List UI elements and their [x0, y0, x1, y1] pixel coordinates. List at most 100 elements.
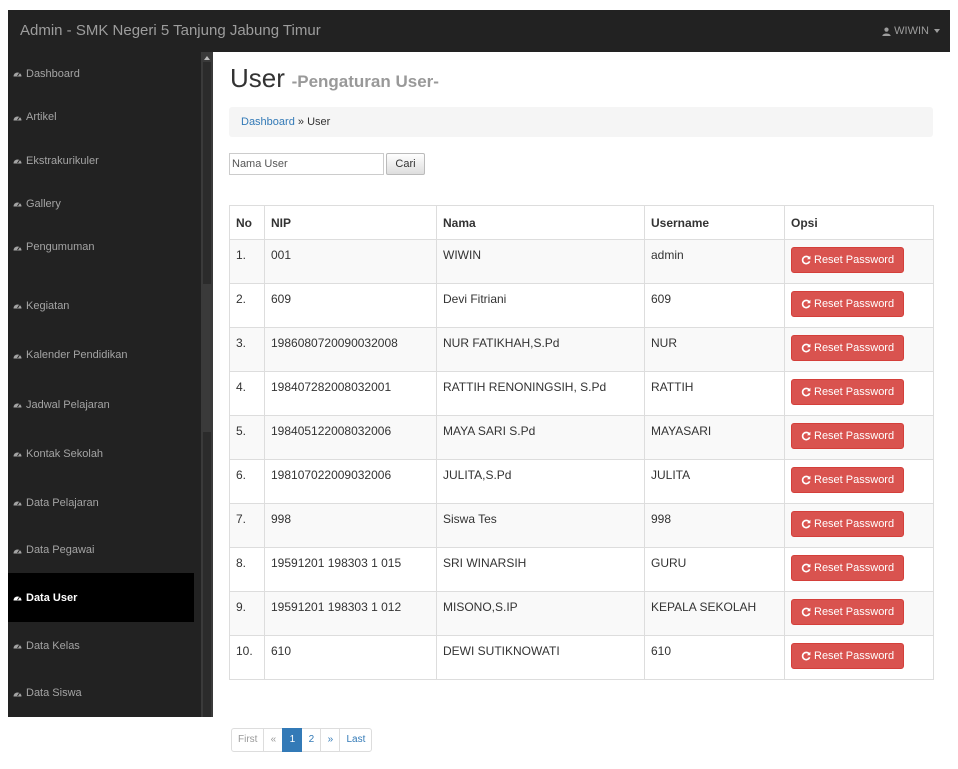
reset-password-button[interactable]: Reset Password: [791, 379, 905, 405]
sidebar-item-data-siswa[interactable]: Data Siswa: [8, 669, 194, 717]
sidebar-item-label: Gallery: [26, 197, 61, 210]
scroll-up-arrow-icon[interactable]: [204, 56, 210, 60]
pagination-page-1[interactable]: 1: [282, 728, 303, 752]
sidebar-item-data-pelajaran[interactable]: Data Pelajaran: [8, 478, 194, 527]
sidebar-item-label: Kontak Sekolah: [26, 447, 104, 460]
pagination-first[interactable]: First: [231, 728, 265, 752]
reset-password-label: Reset Password: [814, 342, 895, 354]
dashboard-icon: [13, 449, 22, 458]
reset-password-label: Reset Password: [814, 430, 895, 442]
table-row: 8. 19591201 198303 1 015 SRI WINARSIH GURU R…: [229, 547, 934, 592]
sidebar-item-kontak-sekolah[interactable]: Kontak Sekolah: [8, 429, 194, 478]
table-row: 7. 998 Siswa Tes 998 Reset Password: [229, 503, 934, 548]
dashboard-icon: [13, 546, 22, 555]
sidebar-item-data-kelas[interactable]: Data Kelas: [8, 622, 194, 669]
refresh-icon: [801, 255, 811, 265]
user-icon: [882, 27, 891, 36]
sidebar-item-jadwal-pelajaran[interactable]: Jadwal Pelajaran: [8, 380, 194, 429]
sidebar-item-label: Data Pegawai: [26, 544, 95, 556]
cell-nama: MAYA SARI S.Pd: [436, 415, 645, 460]
sidebar-item-label: Data Siswa: [26, 687, 82, 699]
cell-no: 10.: [229, 635, 265, 680]
cell-username: NUR: [644, 327, 785, 372]
sidebar-item-dashboard[interactable]: Dashboard: [8, 52, 194, 95]
sidebar-item-gallery[interactable]: Gallery: [8, 182, 194, 225]
pagination-prev[interactable]: «: [263, 728, 284, 752]
refresh-icon: [801, 387, 811, 397]
reset-password-button[interactable]: Reset Password: [791, 335, 905, 361]
table-row: 5. 198405122008032006 MAYA SARI S.Pd MAYASA…: [229, 415, 934, 460]
breadcrumb-separator: »: [297, 116, 305, 128]
column-header-nama: Nama: [436, 205, 645, 240]
search-button[interactable]: Cari: [386, 153, 425, 175]
top-navbar: Admin - SMK Negeri 5 Tanjung Jabung Timu…: [8, 10, 950, 52]
dashboard-icon: [13, 689, 22, 698]
sidebar-item-pengumuman[interactable]: Pengumuman: [8, 225, 194, 269]
sidebar-item-kegiatan[interactable]: Kegiatan: [8, 281, 194, 330]
reset-password-button[interactable]: Reset Password: [791, 599, 905, 625]
sidebar-item-data-pegawai[interactable]: Data Pegawai: [8, 527, 194, 573]
refresh-icon: [801, 607, 811, 617]
reset-password-label: Reset Password: [814, 562, 895, 574]
pagination-next[interactable]: »: [320, 728, 341, 752]
cell-nama: JULITA,S.Pd: [436, 459, 645, 504]
cell-nip: 19591201 198303 1 012: [264, 591, 437, 636]
reset-password-label: Reset Password: [814, 298, 895, 310]
search-input[interactable]: [229, 153, 384, 175]
pagination-page-2[interactable]: 2: [301, 728, 322, 752]
reset-password-button[interactable]: Reset Password: [791, 467, 905, 493]
user-dropdown[interactable]: WIWIN: [882, 10, 940, 52]
reset-password-button[interactable]: Reset Password: [791, 247, 905, 273]
dashboard-icon: [13, 400, 22, 409]
sidebar-scrollbar-thumb[interactable]: [203, 62, 211, 284]
reset-password-label: Reset Password: [814, 474, 895, 486]
sidebar-item-ekstrakurikuler[interactable]: Ekstrakurikuler: [8, 139, 194, 182]
table-header-row: No NIP Nama Username Opsi: [229, 205, 934, 240]
refresh-icon: [801, 519, 811, 529]
sidebar-item-kalender-pendidikan[interactable]: Kalender Pendidikan: [8, 330, 194, 380]
cell-opsi: Reset Password: [784, 459, 934, 504]
cell-nip: 19591201 198303 1 015: [264, 547, 437, 592]
pagination-last[interactable]: Last: [339, 728, 373, 752]
dashboard-icon: [13, 69, 22, 78]
sidebar-item-artikel[interactable]: Artikel: [8, 95, 194, 139]
refresh-icon: [801, 651, 811, 661]
reset-password-label: Reset Password: [814, 606, 895, 618]
table-row: 6. 198107022009032006 JULITA,S.Pd JULITA Res…: [229, 459, 934, 504]
refresh-icon: [801, 431, 811, 441]
sidebar-item-data-user[interactable]: Data User: [8, 573, 194, 622]
table-row: 9. 19591201 198303 1 012 MISONO,S.IP KEPALA…: [229, 591, 934, 636]
reset-password-button[interactable]: Reset Password: [791, 643, 905, 669]
cell-nip: 198107022009032006: [264, 459, 437, 504]
caret-down-icon: [934, 29, 940, 33]
cell-username: MAYASARI: [644, 415, 785, 460]
column-header-opsi: Opsi: [784, 205, 934, 240]
table-row: 10. 610 DEWI SUTIKNOWATI 610 Reset Password: [229, 635, 934, 680]
cell-username: 609: [644, 283, 785, 328]
cell-nip: 610: [264, 635, 437, 680]
breadcrumb: Dashboard » User: [229, 107, 933, 137]
page-subtitle: -Pengaturan User-: [291, 72, 439, 91]
reset-password-label: Reset Password: [814, 254, 895, 266]
reset-password-button[interactable]: Reset Password: [791, 511, 905, 537]
sidebar: Dashboard Artikel Ekstrakurikuler Gallery Pe…: [8, 52, 213, 717]
brand-title[interactable]: Admin - SMK Negeri 5 Tanjung Jabung Timu…: [20, 10, 321, 52]
table-row: 1. 001 WIWIN admin Reset Password: [229, 239, 934, 284]
dashboard-icon: [13, 593, 22, 602]
cell-no: 7.: [229, 503, 265, 548]
dashboard-icon: [13, 641, 22, 650]
cell-no: 3.: [229, 327, 265, 372]
sidebar-item-label: Jadwal Pelajaran: [26, 398, 110, 411]
cell-opsi: Reset Password: [784, 591, 934, 636]
cell-opsi: Reset Password: [784, 327, 934, 372]
breadcrumb-dashboard-link[interactable]: Dashboard: [241, 116, 295, 128]
sidebar-item-label: Kegiatan: [26, 299, 70, 312]
reset-password-button[interactable]: Reset Password: [791, 555, 905, 581]
sidebar-scrollbar-thumb-lower[interactable]: [203, 432, 211, 717]
reset-password-button[interactable]: Reset Password: [791, 423, 905, 449]
cell-no: 1.: [229, 239, 265, 284]
cell-username: KEPALA SEKOLAH: [644, 591, 785, 636]
reset-password-button[interactable]: Reset Password: [791, 291, 905, 317]
cell-username: admin: [644, 239, 785, 284]
sidebar-item-label: Data Pelajaran: [26, 496, 99, 509]
